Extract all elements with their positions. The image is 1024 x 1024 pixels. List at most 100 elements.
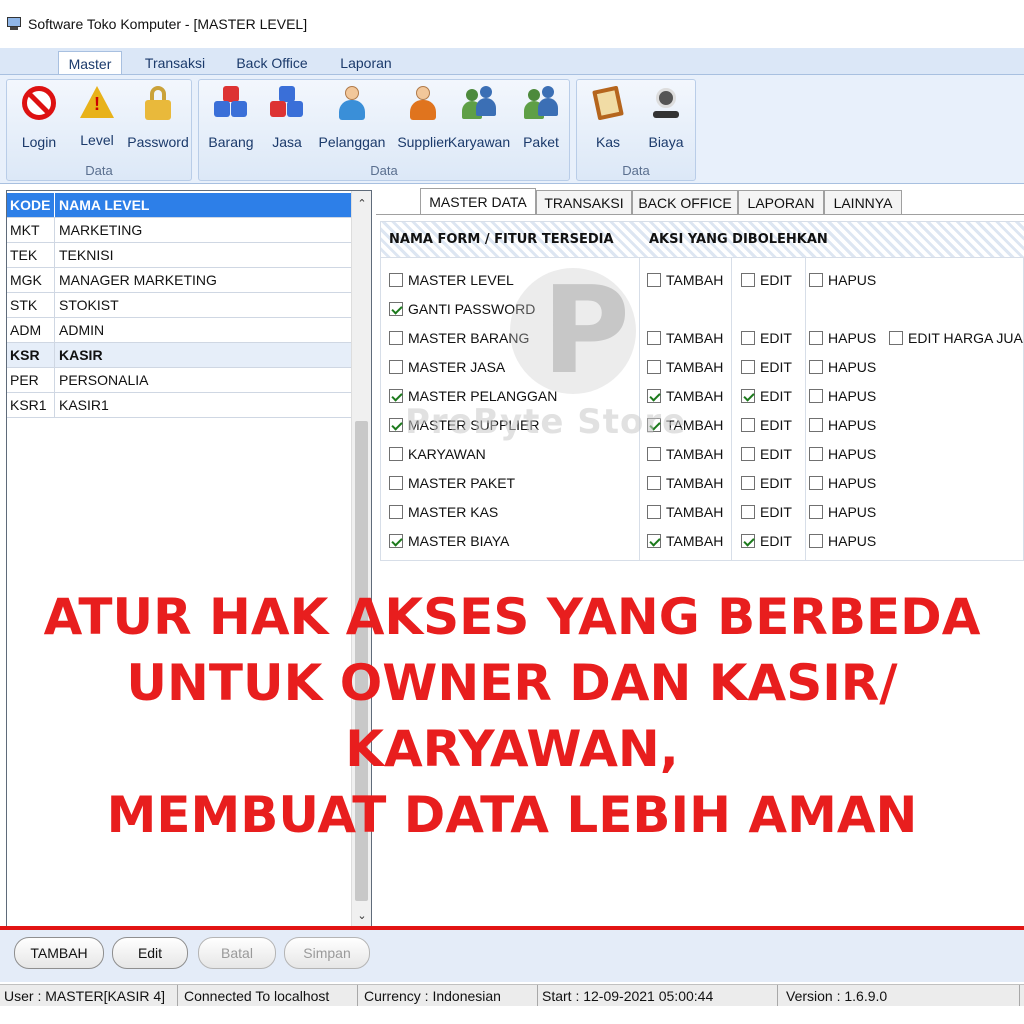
kas-button[interactable]: Kas: [583, 84, 633, 154]
checkbox[interactable]: [741, 389, 755, 403]
level-button[interactable]: ! Level: [71, 84, 123, 154]
level-row[interactable]: STK STOKIST: [7, 293, 351, 318]
edit-checkbox[interactable]: EDIT: [741, 446, 792, 462]
supplier-button[interactable]: Supplier: [391, 84, 455, 154]
checkbox[interactable]: [389, 302, 403, 316]
checkbox[interactable]: [389, 273, 403, 287]
tambah-checkbox[interactable]: TAMBAH: [647, 475, 723, 491]
edit-checkbox[interactable]: EDIT: [741, 330, 792, 346]
tambah-checkbox[interactable]: TAMBAH: [647, 446, 723, 462]
karyawan-button[interactable]: Karyawan: [448, 84, 510, 154]
scroll-down-icon[interactable]: ⌄: [352, 905, 372, 925]
checkbox[interactable]: [647, 534, 661, 548]
hapus-checkbox[interactable]: HAPUS: [809, 504, 876, 520]
hapus-checkbox[interactable]: HAPUS: [809, 446, 876, 462]
password-button[interactable]: Password: [127, 84, 189, 154]
form-checkbox[interactable]: MASTER BARANG: [389, 330, 529, 346]
hapus-checkbox[interactable]: HAPUS: [809, 359, 876, 375]
edit-button[interactable]: Edit: [112, 937, 188, 969]
edit-checkbox[interactable]: EDIT: [741, 359, 792, 375]
checkbox[interactable]: [741, 505, 755, 519]
checkbox[interactable]: [647, 360, 661, 374]
edit-checkbox[interactable]: EDIT: [741, 533, 792, 549]
tab-back-office[interactable]: BACK OFFICE: [632, 190, 738, 214]
level-row[interactable]: PER PERSONALIA: [7, 368, 351, 393]
save-button[interactable]: Simpan: [284, 937, 370, 969]
form-checkbox[interactable]: MASTER KAS: [389, 504, 498, 520]
barang-button[interactable]: Barang: [205, 84, 257, 154]
tab-master-data[interactable]: MASTER DATA: [420, 188, 536, 215]
tambah-checkbox[interactable]: TAMBAH: [647, 272, 723, 288]
ribbon-tab-transaksi[interactable]: Transaksi: [136, 51, 214, 75]
checkbox[interactable]: [741, 447, 755, 461]
tambah-checkbox[interactable]: TAMBAH: [647, 533, 723, 549]
tab-transaksi[interactable]: TRANSAKSI: [536, 190, 632, 214]
hapus-checkbox[interactable]: HAPUS: [809, 533, 876, 549]
edit-harga-jual-checkbox[interactable]: EDIT HARGA JUAL: [889, 330, 1024, 346]
level-row[interactable]: MGK MANAGER MARKETING: [7, 268, 351, 293]
checkbox[interactable]: [809, 534, 823, 548]
column-header-kode[interactable]: KODE: [7, 193, 55, 217]
scroll-up-icon[interactable]: ⌃: [352, 193, 372, 213]
checkbox[interactable]: [809, 273, 823, 287]
checkbox[interactable]: [809, 476, 823, 490]
checkbox[interactable]: [741, 331, 755, 345]
login-button[interactable]: Login: [13, 84, 65, 154]
checkbox[interactable]: [647, 331, 661, 345]
form-checkbox[interactable]: KARYAWAN: [389, 446, 486, 462]
hapus-checkbox[interactable]: HAPUS: [809, 417, 876, 433]
checkbox[interactable]: [389, 389, 403, 403]
form-checkbox[interactable]: MASTER BIAYA: [389, 533, 509, 549]
checkbox[interactable]: [389, 534, 403, 548]
checkbox[interactable]: [389, 447, 403, 461]
checkbox[interactable]: [389, 360, 403, 374]
paket-button[interactable]: Paket: [515, 84, 567, 154]
checkbox[interactable]: [741, 273, 755, 287]
edit-checkbox[interactable]: EDIT: [741, 388, 792, 404]
checkbox[interactable]: [809, 331, 823, 345]
checkbox[interactable]: [889, 331, 903, 345]
checkbox[interactable]: [809, 447, 823, 461]
hapus-checkbox[interactable]: HAPUS: [809, 475, 876, 491]
cancel-button[interactable]: Batal: [198, 937, 276, 969]
hapus-checkbox[interactable]: HAPUS: [809, 272, 876, 288]
checkbox[interactable]: [647, 389, 661, 403]
checkbox[interactable]: [809, 389, 823, 403]
ribbon-tab-laporan[interactable]: Laporan: [330, 51, 402, 75]
tab-lainnya[interactable]: LAINNYA: [824, 190, 902, 214]
edit-checkbox[interactable]: EDIT: [741, 475, 792, 491]
hapus-checkbox[interactable]: HAPUS: [809, 330, 876, 346]
edit-checkbox[interactable]: EDIT: [741, 504, 792, 520]
edit-checkbox[interactable]: EDIT: [741, 272, 792, 288]
form-checkbox[interactable]: MASTER LEVEL: [389, 272, 514, 288]
checkbox[interactable]: [741, 534, 755, 548]
checkbox[interactable]: [809, 418, 823, 432]
level-row-selected[interactable]: KSR KASIR: [7, 343, 351, 368]
checkbox[interactable]: [389, 331, 403, 345]
checkbox[interactable]: [389, 476, 403, 490]
checkbox[interactable]: [741, 360, 755, 374]
hapus-checkbox[interactable]: HAPUS: [809, 388, 876, 404]
level-row[interactable]: MKT MARKETING: [7, 218, 351, 243]
tambah-checkbox[interactable]: TAMBAH: [647, 359, 723, 375]
tambah-checkbox[interactable]: TAMBAH: [647, 330, 723, 346]
checkbox[interactable]: [809, 505, 823, 519]
tambah-checkbox[interactable]: TAMBAH: [647, 504, 723, 520]
checkbox[interactable]: [389, 505, 403, 519]
ribbon-tab-master[interactable]: Master: [58, 51, 122, 75]
checkbox[interactable]: [647, 476, 661, 490]
ribbon-tab-back-office[interactable]: Back Office: [228, 51, 316, 75]
checkbox[interactable]: [809, 360, 823, 374]
checkbox[interactable]: [647, 447, 661, 461]
add-button[interactable]: TAMBAH: [14, 937, 104, 969]
tab-laporan[interactable]: LAPORAN: [738, 190, 824, 214]
checkbox[interactable]: [647, 505, 661, 519]
column-header-nama-level[interactable]: NAMA LEVEL: [55, 193, 149, 217]
form-checkbox[interactable]: MASTER PAKET: [389, 475, 515, 491]
form-checkbox[interactable]: MASTER JASA: [389, 359, 505, 375]
pelanggan-button[interactable]: Pelanggan: [317, 84, 387, 154]
checkbox[interactable]: [741, 476, 755, 490]
edit-checkbox[interactable]: EDIT: [741, 417, 792, 433]
jasa-button[interactable]: Jasa: [263, 84, 311, 154]
checkbox[interactable]: [741, 418, 755, 432]
